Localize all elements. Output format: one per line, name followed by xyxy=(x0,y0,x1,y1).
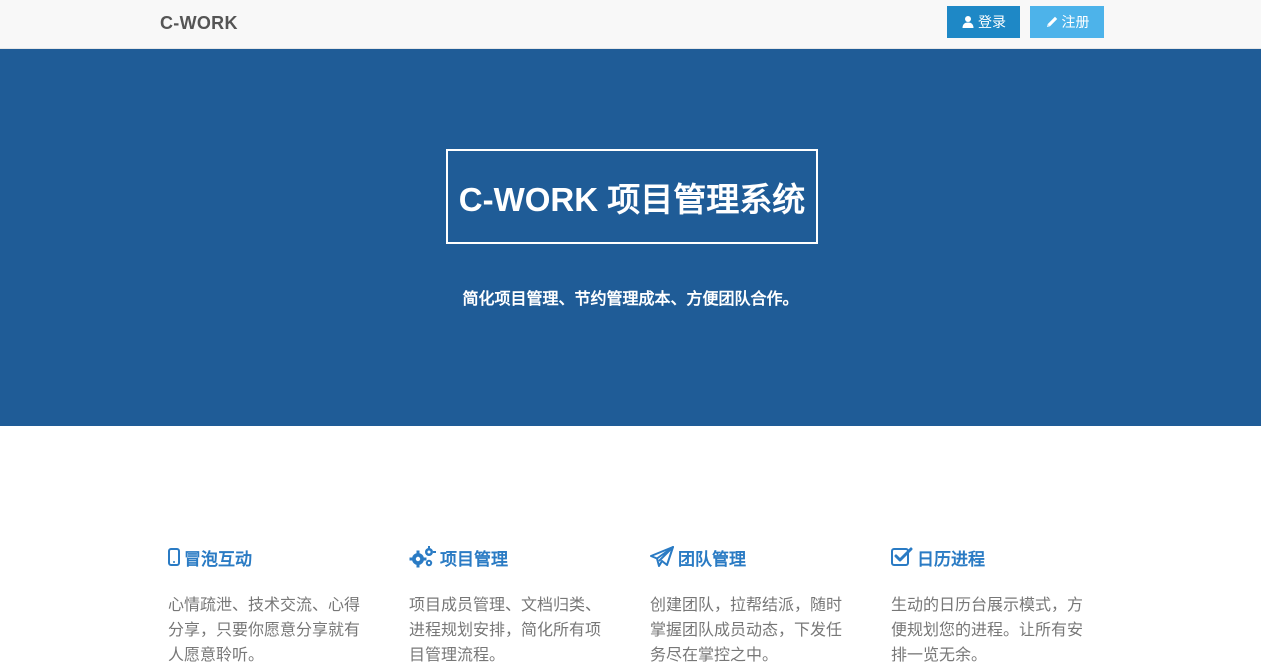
login-button[interactable]: 登录 xyxy=(947,6,1020,38)
feature-header: 日历进程 xyxy=(891,545,1091,569)
feature-header: 冒泡互动 xyxy=(168,545,368,569)
hero-subtitle: 简化项目管理、节约管理成本、方便团队合作。 xyxy=(462,291,799,308)
hero-title: C-WORK 项目管理系统 xyxy=(458,180,806,218)
feature-team-management: 团队管理 创建团队，拉帮结派，随时掌握团队成员动态，下发任务尽在掌控之中。 xyxy=(650,545,850,668)
feature-project-management: 项目管理 项目成员管理、文档归类、进程规划安排，简化所有项目管理流程。 xyxy=(409,545,609,668)
mobile-icon xyxy=(168,548,180,566)
login-label: 登录 xyxy=(978,14,1006,30)
pencil-icon xyxy=(1045,15,1059,29)
feature-title: 项目管理 xyxy=(440,549,508,569)
check-square-icon xyxy=(891,547,913,567)
hero-title-box: C-WORK 项目管理系统 xyxy=(446,149,818,244)
feature-description: 创建团队，拉帮结派，随时掌握团队成员动态，下发任务尽在掌控之中。 xyxy=(650,597,843,664)
features-section: 冒泡互动 心情疏泄、技术交流、心得分享，只要你愿意分享就有人愿意聆听。 项目管理… xyxy=(168,545,1128,672)
user-icon xyxy=(961,15,975,29)
feature-title: 冒泡互动 xyxy=(184,549,252,569)
register-button[interactable]: 注册 xyxy=(1030,6,1104,38)
gears-icon xyxy=(409,546,436,568)
hero-banner: C-WORK 项目管理系统 简化项目管理、节约管理成本、方便团队合作。 xyxy=(0,49,1261,426)
paper-plane-icon xyxy=(650,546,674,568)
top-navbar: C-WORK 登录 注册 xyxy=(0,0,1261,49)
feature-description: 项目成员管理、文档归类、进程规划安排，简化所有项目管理流程。 xyxy=(409,597,602,664)
brand-logo[interactable]: C-WORK xyxy=(160,13,238,34)
feature-title: 团队管理 xyxy=(678,549,746,569)
feature-header: 团队管理 xyxy=(650,545,850,569)
register-label: 注册 xyxy=(1061,14,1090,30)
feature-header: 项目管理 xyxy=(409,545,609,569)
feature-calendar-progress: 日历进程 生动的日历台展示模式，方便规划您的进程。让所有安排一览无余。 xyxy=(891,545,1091,668)
feature-bubble-interaction: 冒泡互动 心情疏泄、技术交流、心得分享，只要你愿意分享就有人愿意聆听。 xyxy=(168,545,368,668)
feature-description: 生动的日历台展示模式，方便规划您的进程。让所有安排一览无余。 xyxy=(891,597,1084,664)
feature-description: 心情疏泄、技术交流、心得分享，只要你愿意分享就有人愿意聆听。 xyxy=(168,597,361,664)
feature-title: 日历进程 xyxy=(917,549,985,569)
